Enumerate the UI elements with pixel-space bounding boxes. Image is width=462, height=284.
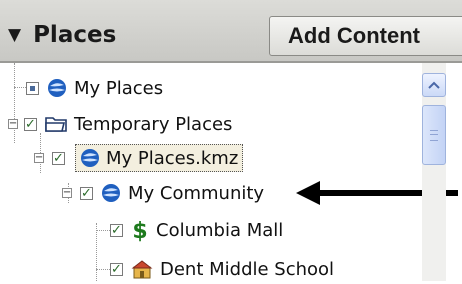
collapse-icon[interactable]: − [34,153,44,163]
tree-item-label: My Places.kmz [106,147,239,169]
checkbox[interactable]: ✓ [80,186,93,200]
collapse-icon[interactable]: − [8,119,18,129]
tree-guide-line [96,269,110,270]
tree-item-temporary-places[interactable]: − ✓ Temporary Places [8,109,232,139]
collapse-triangle-icon[interactable]: ▼ [8,25,21,45]
globe-icon [47,78,67,98]
scroll-thumb[interactable] [422,105,446,165]
scroll-up-button[interactable] [422,73,446,97]
tree-item-my-community[interactable]: − ✓ My Community [62,178,264,208]
checkbox[interactable]: ✓ [110,262,123,276]
tree-item-my-places[interactable]: My Places [26,73,163,103]
tree-guide-line [96,230,110,231]
tree-item-dent-middle-school[interactable]: ✓ Dent Middle School [110,254,334,284]
globe-icon [80,148,100,168]
tree-item-my-places-kmz[interactable]: − ✓ My Places.kmz [34,143,244,173]
places-title: Places [33,22,117,48]
tree-guide-line [96,223,97,281]
tree-item-label: My Community [128,182,265,204]
folder-icon [45,115,67,133]
tree-item-label: Columbia Mall [156,219,284,241]
vertical-scrollbar[interactable] [422,63,446,281]
dollar-sign-icon: $ [131,218,149,242]
globe-icon [101,183,121,203]
tree-item-columbia-mall[interactable]: ✓ $ Columbia Mall [110,215,283,245]
places-panel-toggle[interactable]: ▼ Places [8,20,116,50]
grip-icon [430,129,438,141]
tree-item-label: Temporary Places [74,113,233,135]
checkbox[interactable]: ✓ [52,151,65,165]
school-icon [131,258,153,280]
checkbox[interactable]: ✓ [110,223,123,237]
tree-item-label: My Places [74,77,164,99]
chevron-up-icon [428,81,440,89]
checkbox[interactable] [26,81,39,95]
collapse-icon[interactable]: − [62,188,72,198]
places-tree-panel: My Places − ✓ Temporary Places − ✓ My Pl… [0,63,462,281]
tree-item-label: Dent Middle School [160,258,335,280]
tree-guide-line [14,87,26,88]
checkbox[interactable]: ✓ [24,117,37,131]
places-header: ▼ Places Add Content [0,0,462,63]
selected-item-highlight: My Places.kmz [75,144,244,172]
svg-text:$: $ [132,219,147,242]
add-content-button[interactable]: Add Content [269,16,462,56]
